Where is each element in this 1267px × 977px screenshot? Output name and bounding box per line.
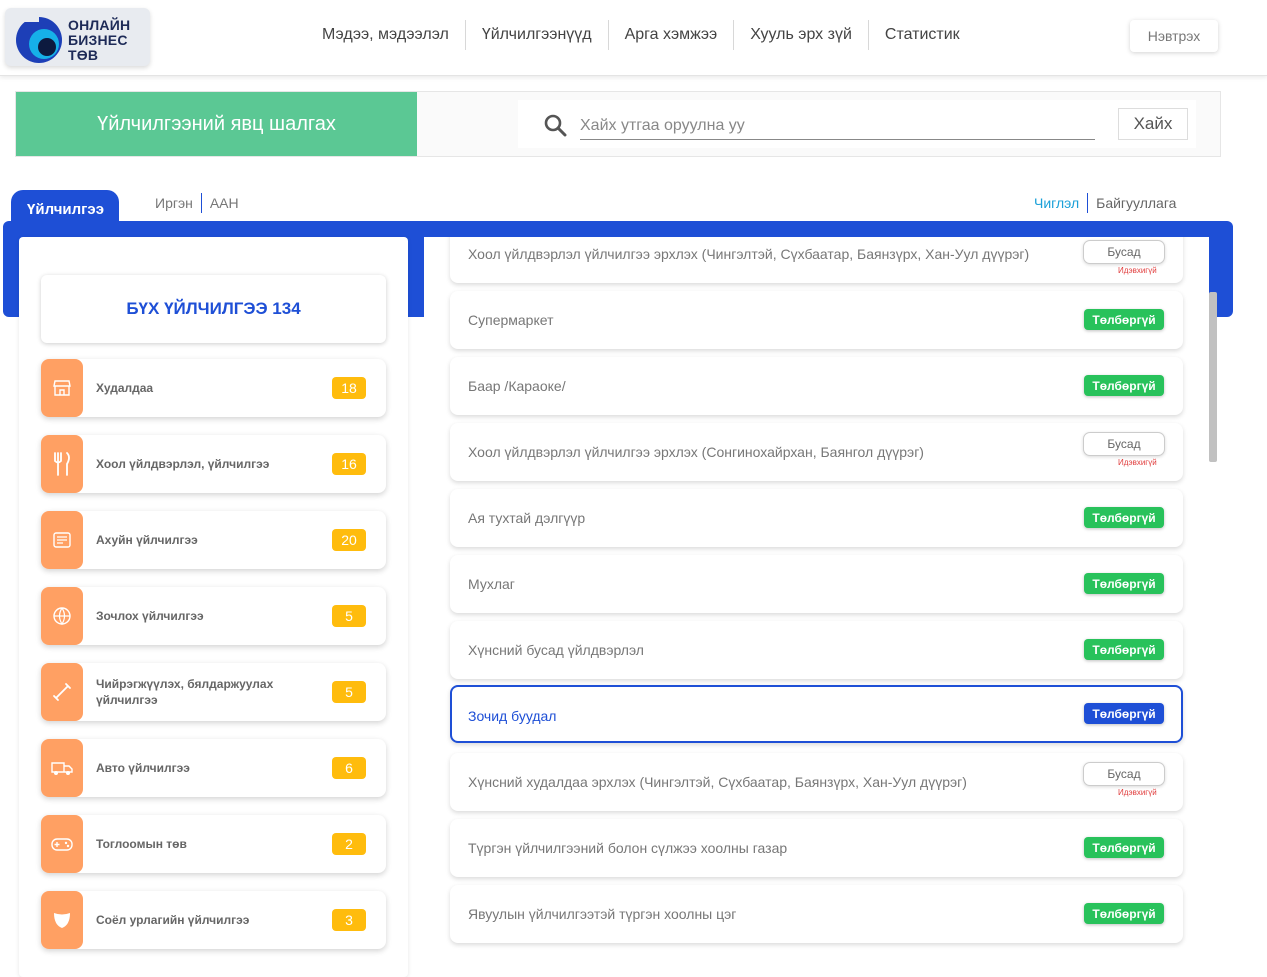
category-label: Хоол үйлдвэрлэл, үйлчилгээ <box>96 457 270 471</box>
category-count: 16 <box>332 453 366 475</box>
shop-icon <box>41 359 83 417</box>
category-item[interactable]: Авто үйлчилгээ 6 <box>41 739 386 797</box>
category-item[interactable]: Худалдаа 18 <box>41 359 386 417</box>
category-item[interactable]: Тоглоомын төв 2 <box>41 815 386 873</box>
service-list: Хоол үйлдвэрлэл үйлчилгээ эрхлэх (Чингэл… <box>424 237 1209 977</box>
status-note: Идэвхигүй <box>1118 458 1157 467</box>
category-item[interactable]: Соёл урлагийн үйлчилгээ 3 <box>41 891 386 949</box>
service-label: Хүнсний бусад үйлдвэрлэл <box>468 642 644 658</box>
category-label: Тоглоомын төв <box>96 837 187 851</box>
top-header: ОНЛАЙН БИЗНЕС ТӨВ Мэдээ, мэдээлэл Үйлчил… <box>0 0 1267 76</box>
truck-icon <box>41 739 83 797</box>
search-box: Хайх <box>518 100 1196 148</box>
gamepad-icon <box>41 815 83 873</box>
status-badge-other: Бусад <box>1083 432 1165 456</box>
status-badge-free: Төлбөргүй <box>1084 837 1164 858</box>
category-label: Авто үйлчилгээ <box>96 761 190 775</box>
service-label: Хоол үйлдвэрлэл үйлчилгээ эрхлэх (Чингэл… <box>468 246 1030 262</box>
globe-icon <box>41 587 83 645</box>
tab-organization[interactable]: Байгууллага <box>1088 193 1184 213</box>
category-count: 5 <box>332 605 366 627</box>
service-row[interactable]: Хоол үйлдвэрлэл үйлчилгээ эрхлэх (Чингэл… <box>450 237 1183 283</box>
logo[interactable]: ОНЛАЙН БИЗНЕС ТӨВ <box>5 8 150 66</box>
service-row[interactable]: Явуулын үйлчилгээтэй түргэн хоолны цэг Т… <box>450 885 1183 943</box>
fork-knife-icon <box>41 435 83 493</box>
service-label: Баар /Караоке/ <box>468 378 566 394</box>
category-label: Ахуйн үйлчилгээ <box>96 533 198 547</box>
nav-statistics[interactable]: Статистик <box>869 20 976 50</box>
logo-mark-icon <box>13 14 62 63</box>
service-row[interactable]: Ая тухтай дэлгүүр Төлбөргүй <box>450 489 1183 547</box>
service-label: Түргэн үйлчилгээний болон сүлжээ хоолны … <box>468 840 788 856</box>
masks-icon <box>41 891 83 949</box>
category-label: Чийрэгжүүлэх, бялдаржуулах үйлчилгээ <box>96 677 274 707</box>
login-button[interactable]: Нэвтрэх <box>1130 20 1218 52</box>
service-row[interactable]: Түргэн үйлчилгээний болон сүлжээ хоолны … <box>450 819 1183 877</box>
nav-news[interactable]: Мэдээ, мэдээлэл <box>306 20 466 50</box>
service-row[interactable]: Хоол үйлдвэрлэл үйлчилгээ эрхлэх (Сонгин… <box>450 423 1183 481</box>
status-badge-free: Төлбөргүй <box>1084 573 1164 594</box>
category-count: 20 <box>332 529 366 551</box>
tab-company[interactable]: ААН <box>202 193 247 213</box>
service-row-selected[interactable]: Зочид буудал Төлбөргүй <box>450 685 1183 743</box>
service-row[interactable]: Хүнсний бусад үйлдвэрлэл Төлбөргүй <box>450 621 1183 679</box>
service-label: Хүнсний худалдаа эрхлэх (Чингэлтэй, Сүхб… <box>468 774 967 790</box>
service-check-title: Үйлчилгээний явц шалгах <box>16 92 417 156</box>
status-badge-free: Төлбөргүй <box>1084 703 1164 724</box>
search-button[interactable]: Хайх <box>1118 108 1188 140</box>
all-services-button[interactable]: БҮХ ҮЙЛЧИЛГЭЭ 134 <box>41 275 386 343</box>
logo-text: ОНЛАЙН БИЗНЕС ТӨВ <box>68 17 131 63</box>
search-input[interactable] <box>580 112 1095 140</box>
main-nav: Мэдээ, мэдээлэл Үйлчилгээнүүд Арга хэмжэ… <box>306 20 976 50</box>
category-item[interactable]: Зочлох үйлчилгээ 5 <box>41 587 386 645</box>
status-badge-free: Төлбөргүй <box>1084 507 1164 528</box>
category-count: 6 <box>332 757 366 779</box>
service-label: Хоол үйлдвэрлэл үйлчилгээ эрхлэх (Сонгин… <box>468 444 924 460</box>
nav-law[interactable]: Хууль эрх зүй <box>734 20 869 50</box>
service-label: Супермаркет <box>468 312 554 328</box>
status-badge-free: Төлбөргүй <box>1084 903 1164 924</box>
service-label: Мухлаг <box>468 576 515 592</box>
status-note: Идэвхигүй <box>1118 788 1157 797</box>
service-label: Зочид буудал <box>468 708 557 724</box>
category-item[interactable]: Чийрэгжүүлэх, бялдаржуулах үйлчилгээ 5 <box>41 663 386 721</box>
category-label: Худалдаа <box>96 381 154 395</box>
service-label: Явуулын үйлчилгээтэй түргэн хоолны цэг <box>468 906 737 922</box>
service-row[interactable]: Супермаркет Төлбөргүй <box>450 291 1183 349</box>
category-item[interactable]: Ахуйн үйлчилгээ 20 <box>41 511 386 569</box>
status-badge-other: Бусад <box>1083 762 1165 786</box>
service-check-bar: Үйлчилгээний явц шалгах Хайх <box>15 91 1221 157</box>
tab-direction[interactable]: Чиглэл <box>1034 193 1089 213</box>
category-count: 18 <box>332 377 366 399</box>
category-count: 5 <box>332 681 366 703</box>
audience-tabs: Иргэн ААН <box>155 193 247 213</box>
category-item[interactable]: Хоол үйлдвэрлэл, үйлчилгээ 16 <box>41 435 386 493</box>
category-count: 3 <box>332 909 366 931</box>
household-icon <box>41 511 83 569</box>
search-icon <box>544 114 567 137</box>
category-count: 2 <box>332 833 366 855</box>
category-label: Зочлох үйлчилгээ <box>96 609 204 623</box>
status-badge-free: Төлбөргүй <box>1084 375 1164 396</box>
tab-citizen[interactable]: Иргэн <box>155 193 202 213</box>
status-note: Идэвхигүй <box>1118 266 1157 275</box>
status-badge-other: Бусад <box>1083 240 1165 264</box>
category-panel: БҮХ ҮЙЛЧИЛГЭЭ 134 Худалдаа 18 Хоол үйлдв… <box>19 237 408 977</box>
nav-events[interactable]: Арга хэмжээ <box>609 20 735 50</box>
category-label: Соёл урлагийн үйлчилгээ <box>96 913 250 927</box>
view-switch: Чиглэл Байгууллага <box>1034 193 1184 213</box>
service-row[interactable]: Мухлаг Төлбөргүй <box>450 555 1183 613</box>
nav-services[interactable]: Үйлчилгээнүүд <box>466 20 609 50</box>
status-badge-free: Төлбөргүй <box>1084 639 1164 660</box>
service-label: Ая тухтай дэлгүүр <box>468 510 586 526</box>
dumbbell-icon <box>41 663 83 721</box>
status-badge-free: Төлбөргүй <box>1084 309 1164 330</box>
service-row[interactable]: Баар /Караоке/ Төлбөргүй <box>450 357 1183 415</box>
list-scrollbar[interactable] <box>1209 292 1217 462</box>
service-row[interactable]: Хүнсний худалдаа эрхлэх (Чингэлтэй, Сүхб… <box>450 753 1183 811</box>
